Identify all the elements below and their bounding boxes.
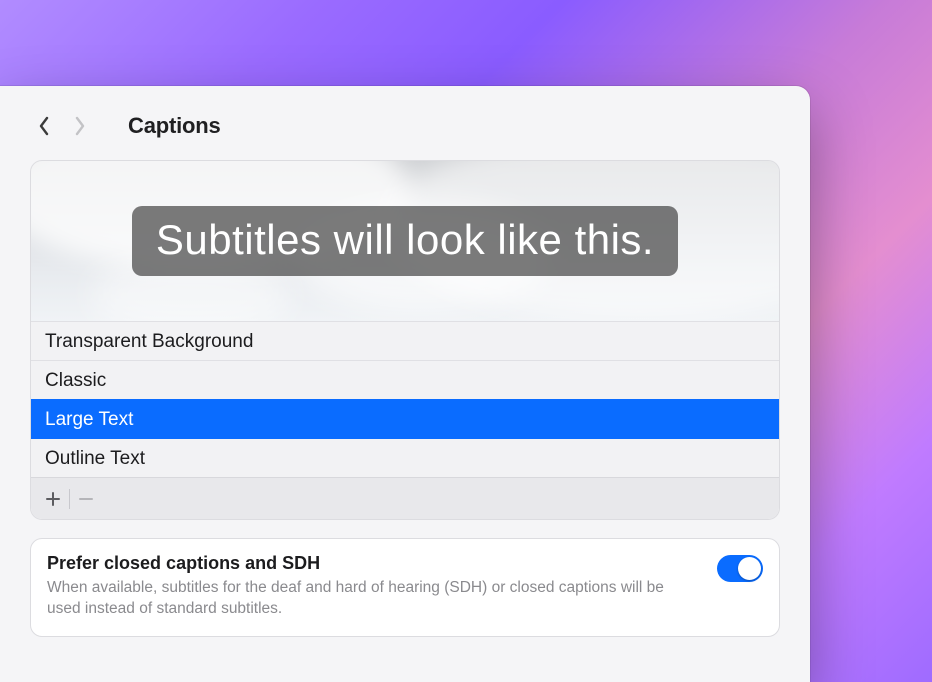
chevron-left-icon [37, 116, 51, 136]
prefer-sdh-text: Prefer closed captions and SDH When avai… [47, 553, 703, 620]
plus-icon [45, 491, 61, 507]
styles-footer [31, 477, 779, 519]
back-button[interactable] [30, 112, 58, 140]
forward-button[interactable] [66, 112, 94, 140]
subtitle-sample-text: Subtitles will look like this. [132, 206, 678, 276]
style-row-large-text[interactable]: Large Text [31, 399, 779, 438]
toolbar: Captions [30, 104, 780, 148]
chevron-right-icon [73, 116, 87, 136]
remove-style-button[interactable] [70, 485, 102, 513]
prefer-sdh-description: When available, subtitles for the deaf a… [47, 578, 667, 620]
minus-icon [78, 491, 94, 507]
caption-styles-card: Subtitles will look like this. Transpare… [30, 160, 780, 520]
style-row-outline-text[interactable]: Outline Text [31, 438, 779, 477]
page-title: Captions [128, 113, 221, 139]
caption-preview: Subtitles will look like this. [31, 161, 779, 321]
style-row-classic[interactable]: Classic [31, 360, 779, 399]
prefer-sdh-toggle[interactable] [717, 555, 763, 582]
toggle-knob [738, 557, 761, 580]
prefer-sdh-row: Prefer closed captions and SDH When avai… [30, 538, 780, 637]
style-row-transparent-background[interactable]: Transparent Background [31, 321, 779, 360]
settings-window: Captions Subtitles will look like this. … [0, 86, 810, 682]
add-style-button[interactable] [37, 485, 69, 513]
prefer-sdh-title: Prefer closed captions and SDH [47, 553, 703, 574]
